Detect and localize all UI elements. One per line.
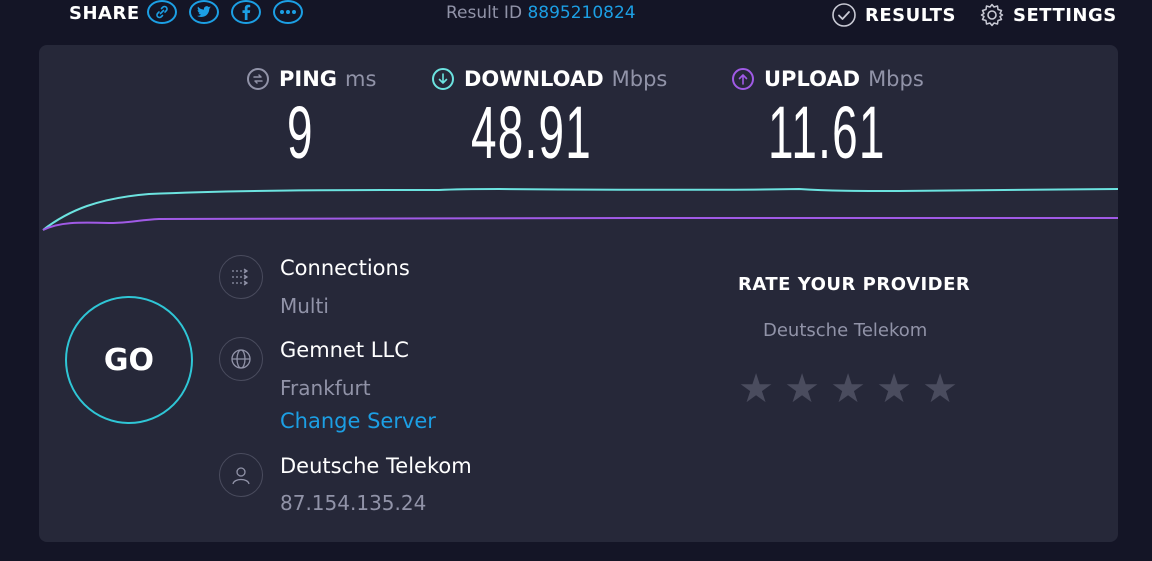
server-location: Frankfurt xyxy=(280,376,371,400)
share-label: SHARE xyxy=(69,3,140,24)
gear-icon xyxy=(980,3,1004,27)
ping-unit: ms xyxy=(345,67,377,91)
star-icon[interactable]: ★ xyxy=(737,367,775,411)
ping-header: PING ms xyxy=(247,67,376,91)
upload-speed-line xyxy=(42,217,1118,231)
upload-unit: Mbps xyxy=(868,67,924,91)
provider-ip: 87.154.135.24 xyxy=(280,491,427,515)
rate-provider-name: Deutsche Telekom xyxy=(763,320,928,341)
ping-icon xyxy=(247,68,269,90)
download-unit: Mbps xyxy=(611,67,668,91)
star-icon[interactable]: ★ xyxy=(829,367,867,411)
link-icon[interactable] xyxy=(147,0,177,24)
download-name: DOWNLOAD xyxy=(464,67,604,91)
settings-label: SETTINGS xyxy=(1013,4,1117,26)
upload-header: UPLOAD Mbps xyxy=(732,67,924,91)
connections-title: Connections xyxy=(280,256,410,280)
rate-provider-title: RATE YOUR PROVIDER xyxy=(738,274,971,295)
speed-graph xyxy=(42,187,1118,231)
upload-value: 11.61 xyxy=(768,91,886,174)
download-header: DOWNLOAD Mbps xyxy=(432,67,667,91)
results-panel: PING ms 9 DOWNLOAD Mbps 48.91 UPLOAD Mbp… xyxy=(39,45,1118,542)
user-icon xyxy=(219,453,263,497)
results-label: RESULTS xyxy=(865,4,956,26)
change-server-link[interactable]: Change Server xyxy=(280,409,436,433)
globe-icon xyxy=(219,337,263,381)
star-icon[interactable]: ★ xyxy=(921,367,959,411)
twitter-icon[interactable] xyxy=(189,0,219,24)
result-id: Result ID 8895210824 xyxy=(446,3,636,23)
more-icon[interactable] xyxy=(273,0,303,24)
go-button[interactable]: GO xyxy=(65,296,193,424)
download-speed-line xyxy=(42,187,1118,231)
star-icon[interactable]: ★ xyxy=(783,367,821,411)
settings-button[interactable]: SETTINGS xyxy=(979,2,1117,28)
ping-name: PING xyxy=(279,67,338,91)
server-name: Gemnet LLC xyxy=(280,338,409,362)
connections-icon xyxy=(219,255,263,299)
checkmark-icon xyxy=(832,3,856,27)
results-button[interactable]: RESULTS xyxy=(831,2,956,28)
connections-value: Multi xyxy=(280,294,329,318)
upload-name: UPLOAD xyxy=(764,67,861,91)
provider-name: Deutsche Telekom xyxy=(280,454,472,478)
upload-arrow-icon xyxy=(732,68,754,90)
top-bar: SHARE Result ID 8895210824 RESULTS SETTI… xyxy=(0,0,1152,30)
facebook-icon[interactable] xyxy=(231,0,261,24)
download-value: 48.91 xyxy=(471,91,593,174)
download-arrow-icon xyxy=(432,68,454,90)
star-icon[interactable]: ★ xyxy=(875,367,913,411)
result-id-label: Result ID xyxy=(446,3,523,23)
result-id-link[interactable]: 8895210824 xyxy=(527,3,635,23)
star-rating: ★ ★ ★ ★ ★ xyxy=(737,367,959,411)
ping-value: 9 xyxy=(287,91,314,174)
